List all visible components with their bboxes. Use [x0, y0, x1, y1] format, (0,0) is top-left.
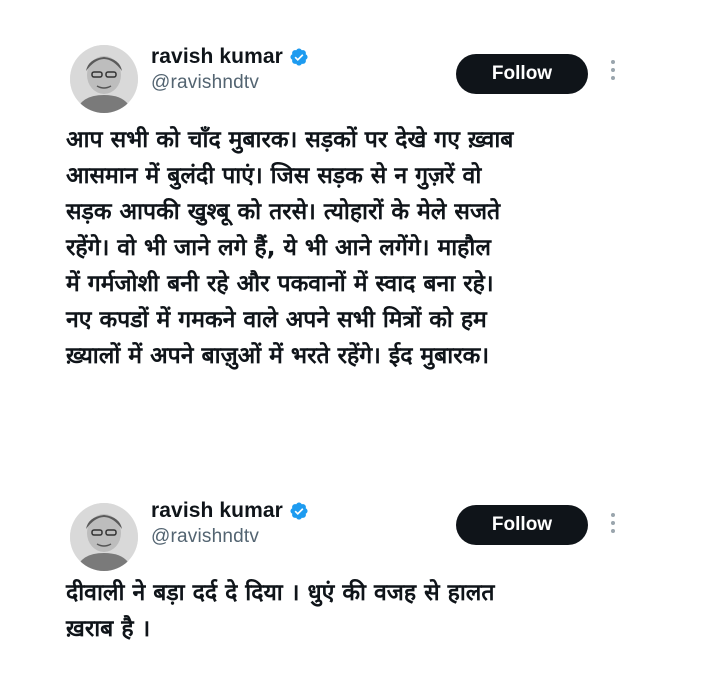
display-name[interactable]: ravish kumar	[151, 45, 283, 69]
verified-badge-icon	[290, 48, 308, 66]
author-info[interactable]: ravish kumar @ravishndtv	[151, 45, 309, 94]
avatar-photo-icon	[70, 45, 138, 113]
avatar[interactable]	[70, 45, 138, 113]
name-row: ravish kumar	[151, 499, 309, 523]
display-name[interactable]: ravish kumar	[151, 499, 283, 523]
handle[interactable]: @ravishndtv	[151, 526, 309, 548]
name-row: ravish kumar	[151, 45, 309, 69]
follow-button[interactable]: Follow	[456, 54, 588, 94]
author-info[interactable]: ravish kumar @ravishndtv	[151, 499, 309, 548]
more-options-icon[interactable]	[606, 513, 620, 539]
screenshot-page: ravish kumar @ravishndtv Follow आप सभी क…	[0, 0, 720, 691]
tweet-text: दीवाली ने बड़ा दर्द दे दिया । धुएं की वज…	[66, 580, 495, 642]
tweet-text: आप सभी को चाँद मुबारक। सड़कों पर देखे गए…	[66, 127, 514, 369]
handle[interactable]: @ravishndtv	[151, 72, 309, 94]
avatar[interactable]	[70, 503, 138, 571]
follow-button[interactable]: Follow	[456, 505, 588, 545]
avatar-photo-icon	[70, 503, 138, 571]
more-options-icon[interactable]	[606, 60, 620, 86]
verified-badge-icon	[290, 502, 308, 520]
